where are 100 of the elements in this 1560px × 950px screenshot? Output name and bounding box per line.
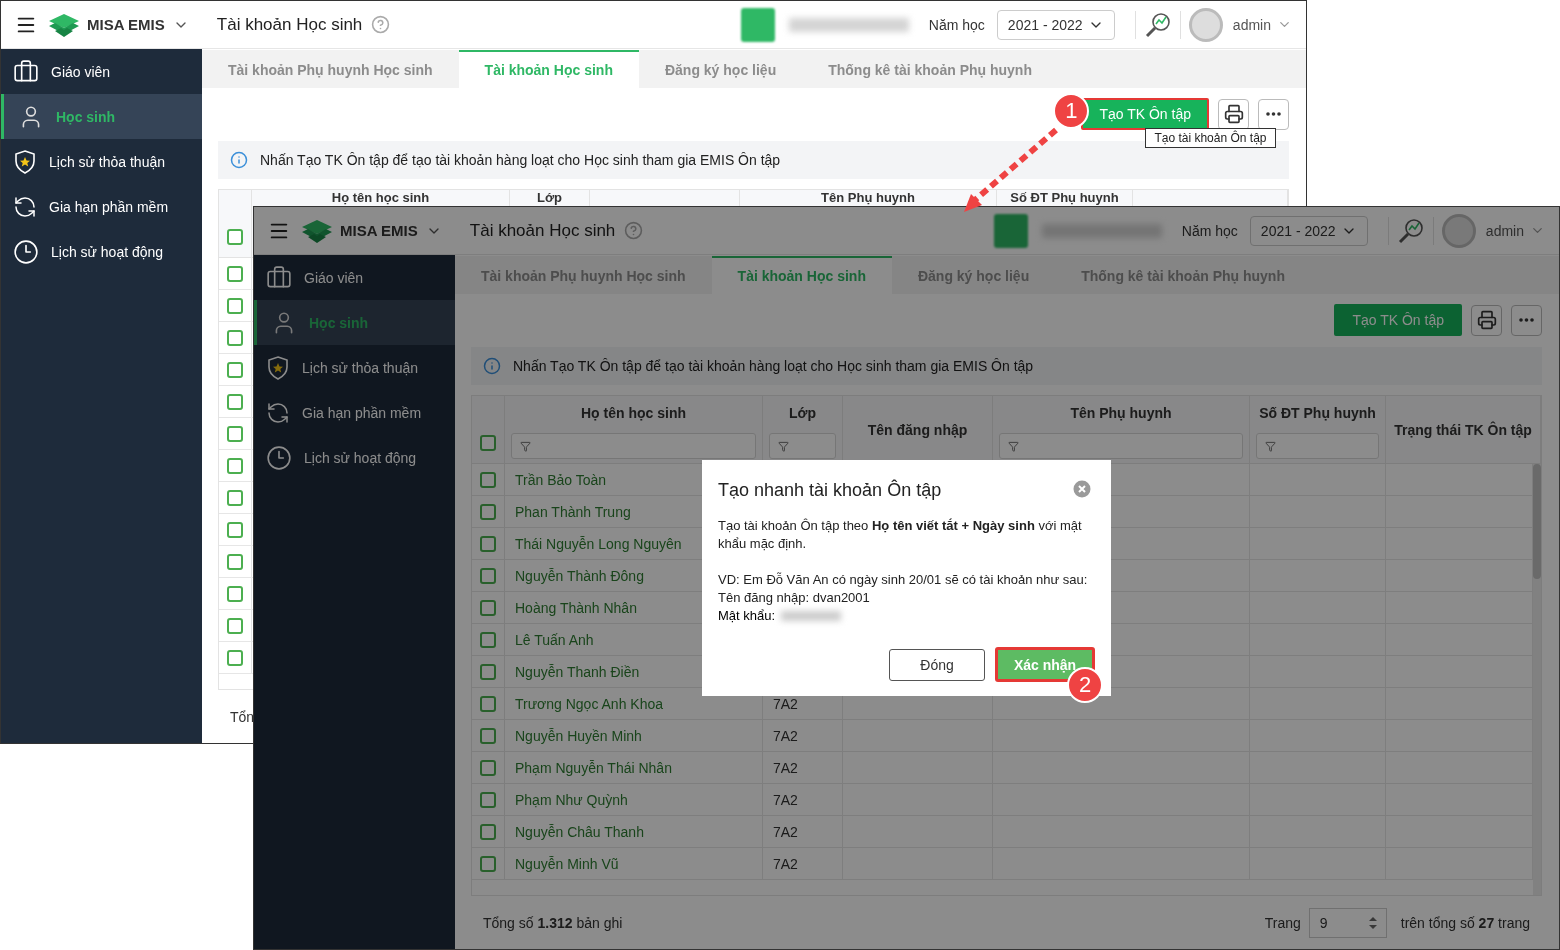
- sidebar-item-label: Lịch sử thỏa thuận: [49, 153, 165, 170]
- table-cell: Nguyễn Huyền Minh: [515, 727, 642, 744]
- search-chart-icon[interactable]: [1143, 10, 1172, 39]
- checkbox[interactable]: [480, 727, 496, 744]
- checkbox[interactable]: [480, 695, 496, 712]
- filter-field[interactable]: [1256, 433, 1379, 459]
- checkbox[interactable]: [227, 329, 243, 346]
- tab[interactable]: Thống kê tài khoản Phụ huynh: [1055, 256, 1311, 294]
- record-count: Tổng số 1.312 bản ghi: [483, 914, 623, 931]
- search-chart-icon[interactable]: [1396, 216, 1425, 245]
- user-menu[interactable]: admin: [1232, 16, 1292, 33]
- checkbox[interactable]: [227, 585, 243, 602]
- checkbox[interactable]: [227, 553, 243, 570]
- sidebar-item[interactable]: Học sinh: [254, 300, 455, 345]
- sidebar-item[interactable]: Gia hạn phần mềm: [1, 184, 202, 229]
- checkbox[interactable]: [227, 393, 243, 410]
- checkbox[interactable]: [480, 759, 496, 776]
- table-cell: Lê Tuấn Anh: [515, 631, 594, 648]
- spinner-arrows-icon[interactable]: [1367, 914, 1378, 931]
- filter-icon: [778, 440, 789, 452]
- close-button[interactable]: Đóng: [889, 648, 985, 681]
- checkbox[interactable]: [227, 425, 243, 442]
- checkbox[interactable]: [480, 471, 496, 488]
- tab[interactable]: Thống kê tài khoản Phụ huynh: [802, 50, 1058, 88]
- sidebar-item[interactable]: Lịch sử hoạt động: [1, 229, 202, 274]
- shield-star-icon: [13, 148, 37, 175]
- table-cell: Nguyễn Thanh Điền: [515, 663, 640, 680]
- table-cell: Trương Ngọc Anh Khoa: [515, 695, 663, 712]
- checkbox[interactable]: [227, 361, 243, 378]
- tab[interactable]: Tài khoản Phụ huynh Học sinh: [455, 256, 712, 294]
- column-header: Tên Phụ huynh: [1070, 405, 1172, 420]
- sidebar-item[interactable]: Học sinh: [1, 94, 202, 139]
- create-account-button[interactable]: Tạo TK Ôn tập: [1081, 98, 1209, 130]
- checkbox[interactable]: [227, 265, 243, 282]
- checkbox[interactable]: [480, 599, 496, 616]
- sidebar-item[interactable]: Lịch sử thỏa thuận: [1, 139, 202, 184]
- password-label: Mật khẩu:: [718, 607, 776, 625]
- sidebar-item-label: Học sinh: [56, 108, 116, 125]
- avatar[interactable]: [1188, 7, 1223, 42]
- checkbox[interactable]: [227, 617, 243, 634]
- year-select[interactable]: 2021 - 2022: [996, 9, 1115, 40]
- create-account-button[interactable]: Tạo TK Ôn tập: [1334, 304, 1462, 336]
- page-title: Tài khoản Học sinh: [216, 14, 363, 35]
- sidebar-item-label: Lịch sử hoạt động: [304, 449, 417, 466]
- page-field[interactable]: 9: [1308, 907, 1387, 938]
- print-icon: [1223, 104, 1244, 124]
- checkbox[interactable]: [227, 649, 243, 666]
- info-icon: [230, 151, 248, 169]
- table-cell: 7A2: [773, 727, 798, 744]
- scrollbar[interactable]: [1533, 464, 1541, 895]
- year-select[interactable]: 2021 - 2022: [1249, 215, 1368, 246]
- print-button[interactable]: [1218, 98, 1249, 130]
- checkbox[interactable]: [480, 855, 496, 872]
- checkbox[interactable]: [480, 435, 496, 451]
- filter-field[interactable]: [769, 433, 836, 459]
- table-cell: Thái Nguyễn Long Nguyên: [515, 535, 682, 552]
- sidebar-item-label: Giáo viên: [304, 269, 364, 286]
- tab[interactable]: Tài khoản Học sinh: [711, 256, 892, 294]
- more-button[interactable]: [1258, 98, 1289, 130]
- refresh-icon: [13, 194, 37, 219]
- table-cell: Phan Thành Trung: [515, 503, 631, 520]
- column-header: Số ĐT Phụ huynh: [1010, 191, 1119, 205]
- close-icon[interactable]: [1073, 480, 1091, 498]
- page-title: Tài khoản Học sinh: [469, 220, 616, 241]
- page-label: Trang: [1264, 914, 1301, 931]
- checkbox[interactable]: [227, 457, 243, 474]
- sidebar-item[interactable]: Giáo viên: [1, 49, 202, 94]
- help-icon[interactable]: [624, 221, 644, 240]
- checkbox[interactable]: [480, 535, 496, 552]
- refresh-icon: [266, 400, 290, 425]
- checkbox[interactable]: [227, 229, 243, 245]
- checkbox[interactable]: [227, 297, 243, 314]
- shield-star-icon: [266, 354, 290, 381]
- print-button[interactable]: [1471, 304, 1502, 336]
- tab[interactable]: Tài khoản Học sinh: [458, 50, 639, 88]
- step-badge: 1: [1053, 93, 1090, 129]
- checkbox[interactable]: [480, 631, 496, 648]
- filter-field[interactable]: [511, 433, 756, 459]
- column-header: Số ĐT Phụ huynh: [1259, 405, 1376, 420]
- filter-field[interactable]: [999, 433, 1243, 459]
- table-cell: 7A2: [773, 759, 798, 776]
- tab[interactable]: Đăng ký học liệu: [638, 50, 803, 88]
- checkbox[interactable]: [480, 503, 496, 520]
- tab[interactable]: Đăng ký học liệu: [891, 256, 1056, 294]
- tab[interactable]: Tài khoản Phụ huynh Học sinh: [202, 50, 459, 88]
- dialog-title: Tạo nhanh tài khoản Ôn tập: [718, 480, 942, 501]
- help-icon[interactable]: [371, 15, 391, 34]
- checkbox[interactable]: [227, 489, 243, 506]
- checkbox[interactable]: [480, 663, 496, 680]
- table-cell: 7A2: [773, 823, 798, 840]
- checkbox[interactable]: [480, 567, 496, 584]
- column-header: Lớp: [536, 191, 563, 205]
- avatar[interactable]: [1441, 213, 1476, 248]
- more-icon: [1266, 112, 1281, 116]
- checkbox[interactable]: [480, 791, 496, 808]
- checkbox[interactable]: [227, 521, 243, 538]
- user-menu[interactable]: admin: [1485, 222, 1545, 239]
- table-cell: Trần Bảo Toàn: [515, 471, 607, 488]
- record-count: Tổn: [230, 708, 255, 725]
- checkbox[interactable]: [480, 823, 496, 840]
